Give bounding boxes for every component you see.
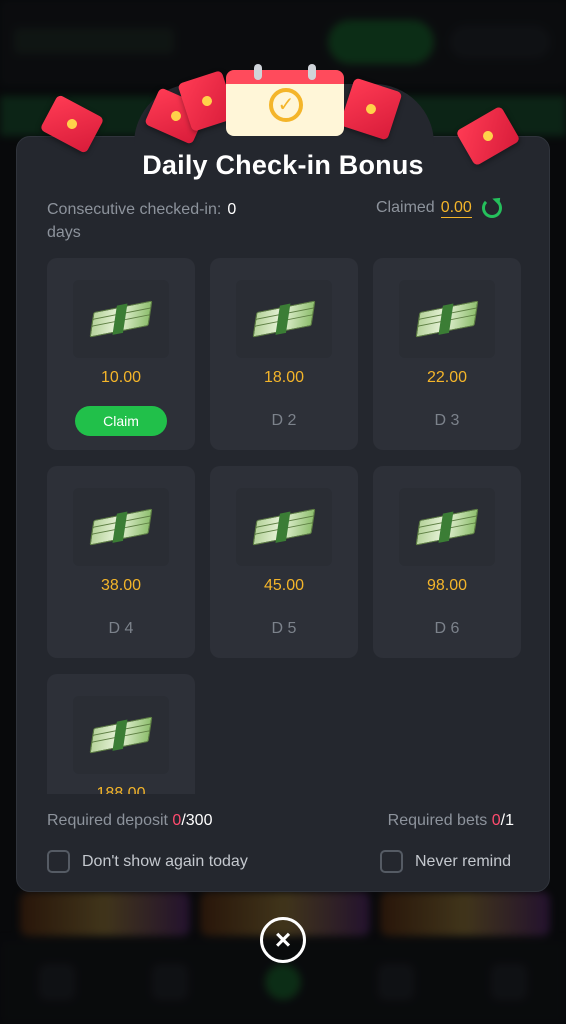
day-card-3: 22.00 D 3 xyxy=(373,258,521,450)
day-label: D 2 xyxy=(271,412,297,429)
day-card-2: 18.00 D 2 xyxy=(210,258,358,450)
day-amount: 18.00 xyxy=(263,369,305,386)
required-bets-total: /1 xyxy=(500,812,514,829)
never-remind-label: Never remind xyxy=(415,852,512,870)
day-label: D 3 xyxy=(434,412,460,429)
day-label: D 6 xyxy=(434,620,460,637)
day-amount: 98.00 xyxy=(426,577,468,594)
calendar-check-icon: ✓ xyxy=(226,64,344,136)
money-stack-icon xyxy=(73,280,169,358)
day-amount: 10.00 xyxy=(100,369,142,386)
day-amount: 188.00 xyxy=(96,785,146,794)
consecutive-checkin-info: Consecutive checked-in: 0 days xyxy=(47,198,287,244)
never-remind-option[interactable]: Never remind xyxy=(380,850,511,873)
money-stack-icon xyxy=(236,488,332,566)
required-deposit: Required deposit 0/300 xyxy=(47,812,212,830)
required-deposit-total: /300 xyxy=(181,812,213,829)
day-card-5: 45.00 D 5 xyxy=(210,466,358,658)
money-stack-icon xyxy=(236,280,332,358)
consecutive-unit: days xyxy=(47,224,81,241)
money-stack-icon xyxy=(399,280,495,358)
dont-show-today-option[interactable]: Don't show again today xyxy=(47,850,248,873)
dont-show-today-checkbox[interactable] xyxy=(47,850,70,873)
day-amount: 22.00 xyxy=(426,369,468,386)
day-amount: 45.00 xyxy=(263,577,305,594)
money-stack-icon xyxy=(73,696,169,774)
required-bets-current: 0 xyxy=(491,812,501,829)
required-bets: Required bets 0/1 xyxy=(388,812,514,830)
day-label: D 5 xyxy=(271,620,297,637)
never-remind-checkbox[interactable] xyxy=(380,850,403,873)
claimed-label: Claimed xyxy=(376,199,435,216)
claimed-info: Claimed 0.00 xyxy=(376,198,502,218)
required-deposit-current: 0 xyxy=(172,812,182,829)
required-bets-label: Required bets xyxy=(387,812,488,829)
dont-show-today-label: Don't show again today xyxy=(82,852,248,870)
required-deposit-label: Required deposit xyxy=(47,812,168,829)
day-amount: 38.00 xyxy=(100,577,142,594)
close-icon[interactable]: × xyxy=(260,917,306,963)
modal-title: Daily Check-in Bonus xyxy=(142,150,424,180)
consecutive-value: 0 xyxy=(227,201,237,218)
day-card-6: 98.00 D 6 xyxy=(373,466,521,658)
claim-button[interactable]: Claim xyxy=(75,406,167,436)
day-card-4: 38.00 D 4 xyxy=(47,466,195,658)
money-stack-icon xyxy=(399,488,495,566)
money-stack-icon xyxy=(73,488,169,566)
day-card-7: 188.00 D 7 xyxy=(47,674,195,794)
refresh-icon[interactable] xyxy=(481,198,502,218)
claimed-value: 0.00 xyxy=(440,198,472,218)
day-label: D 4 xyxy=(108,620,134,637)
day-card-1: 10.00 Claim xyxy=(47,258,195,450)
day-grid: 10.00 Claim 18.00 D 2 22.00 D 3 38.00 D … xyxy=(47,258,521,794)
consecutive-label: Consecutive checked-in: xyxy=(47,201,222,218)
